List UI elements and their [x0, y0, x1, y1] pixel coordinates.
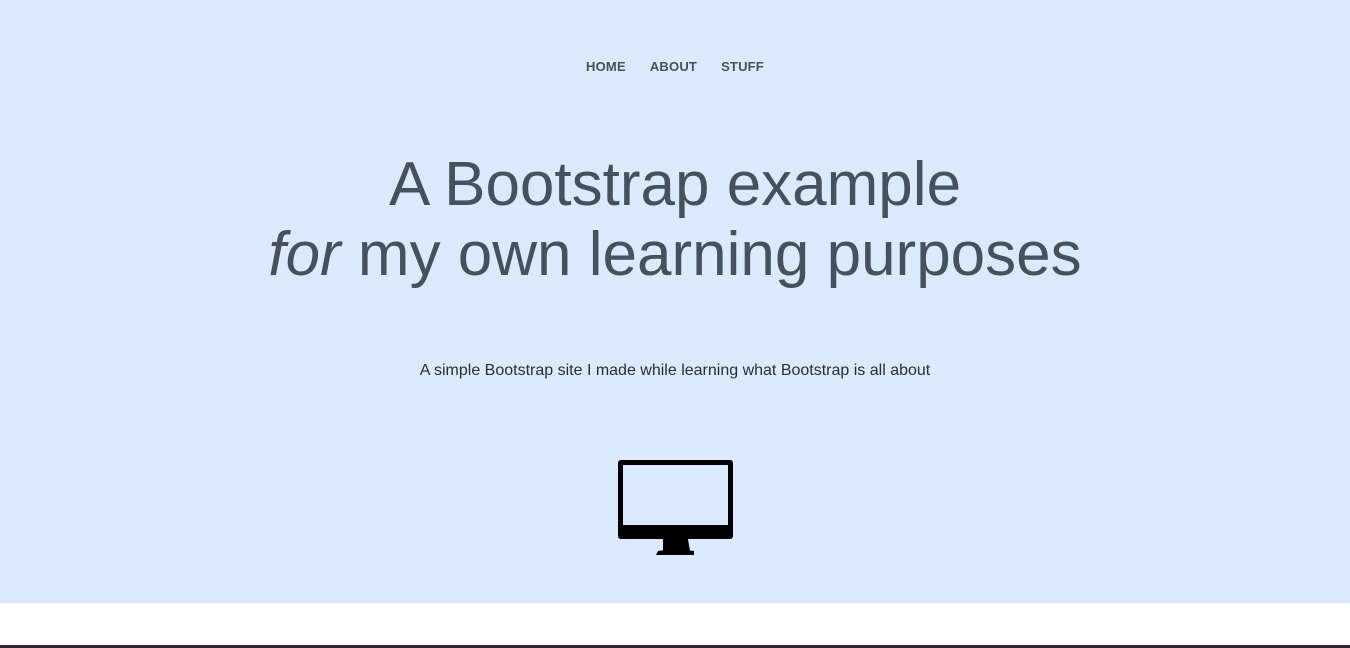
- nav-link-home[interactable]: HOME: [586, 59, 626, 74]
- headline-line-2-rest: my own learning purposes: [340, 220, 1082, 289]
- headline-line-2: for my own learning purposes: [0, 220, 1350, 290]
- nav-item-stuff: STUFF: [721, 58, 764, 76]
- hero-section: HOME ABOUT STUFF A Bootstrap example for…: [0, 0, 1350, 603]
- nav-item-about: ABOUT: [650, 58, 697, 76]
- desktop-monitor-icon: [618, 460, 733, 555]
- headline-line-1: A Bootstrap example: [388, 150, 962, 219]
- hero-subtitle: A simple Bootstrap site I made while lea…: [419, 362, 931, 379]
- nav-link-about[interactable]: ABOUT: [650, 59, 697, 74]
- main-nav: HOME ABOUT STUFF: [0, 58, 1350, 76]
- nav-link-stuff[interactable]: STUFF: [721, 59, 764, 74]
- hero-headline: A Bootstrap example for my own learning …: [0, 150, 1350, 290]
- nav-item-home: HOME: [586, 58, 626, 76]
- headline-emphasis: for: [268, 220, 341, 289]
